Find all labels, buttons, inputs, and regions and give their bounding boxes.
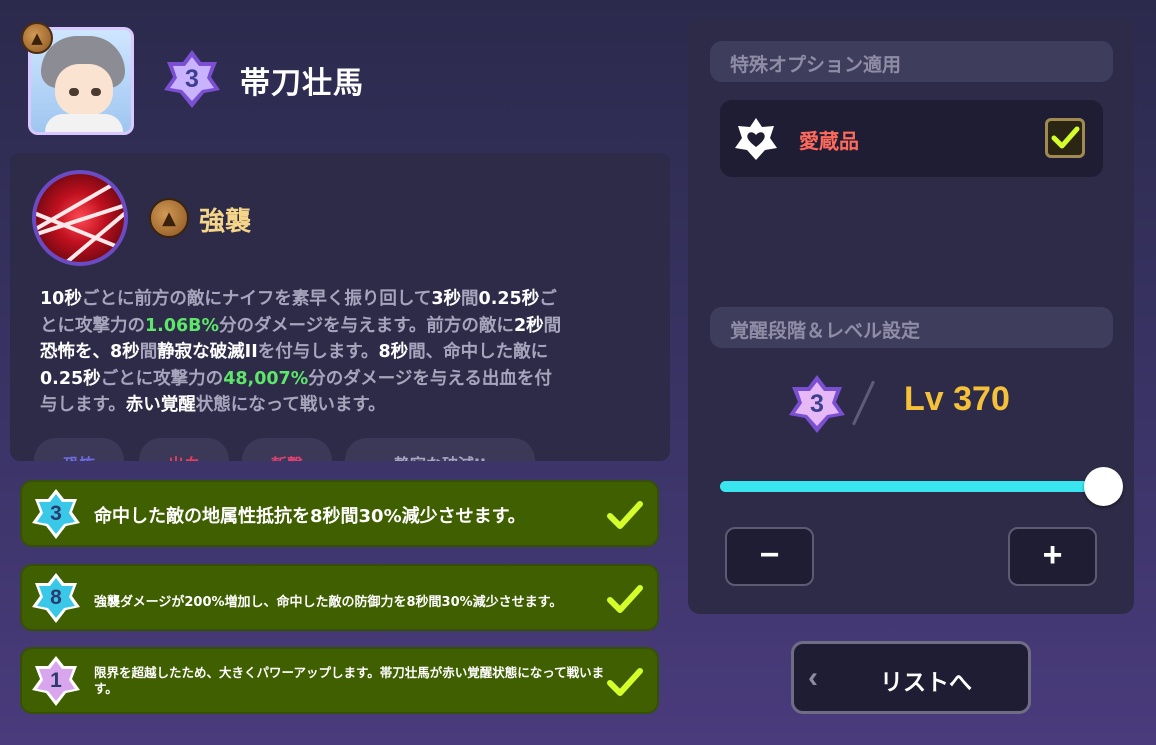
- skill-description-run: 恐怖を、: [40, 342, 110, 362]
- skill-description-run: 間、命中した敵に: [408, 342, 549, 362]
- skill-description-run: 静寂な破滅II: [157, 342, 258, 362]
- skill-description-run: 赤い覚醒: [125, 395, 196, 415]
- skill-description-run: 0.25秒: [478, 289, 540, 309]
- heart-star-icon: [735, 118, 777, 160]
- skill-description-run: ごとに攻撃力の: [100, 368, 224, 389]
- rock-class-icon: ▲: [21, 22, 53, 54]
- skill-description-run: 3秒: [431, 289, 462, 309]
- awakening-effect-row: 8 強襲ダメージが200%増加し、命中した敵の防御力を8秒間30%減少させます。: [20, 564, 659, 631]
- skill-description-run: 間: [461, 289, 479, 309]
- effect-stage-number: 3: [50, 502, 62, 525]
- chevron-left-icon: ‹: [808, 661, 818, 694]
- skill-description-run: 8秒: [110, 342, 140, 362]
- settings-panel: 特殊オプション適用 愛蔵品 覚醒段階＆レベル設定 3 Lv 370 − +: [688, 18, 1134, 614]
- check-icon: [1051, 126, 1080, 149]
- awakening-star-badge: 3: [786, 373, 848, 435]
- skill-description-run: 8秒: [378, 342, 409, 362]
- skill-description-run: ご: [539, 289, 557, 309]
- skill-tag: 恐怖: [34, 438, 124, 461]
- increase-level-button[interactable]: +: [1008, 527, 1097, 586]
- character-name: 帯刀壮馬: [240, 66, 364, 101]
- skill-tag: 静寂な破滅II: [345, 438, 535, 461]
- skill-description-run: 48,007%: [223, 368, 309, 389]
- level-slider-track[interactable]: [720, 481, 1103, 492]
- skill-description-line: 10秒ごとに前方の敵にナイフを素早く振り回して3秒間0.25秒ご: [40, 286, 645, 313]
- skill-description-run: 分のダメージを与えます。前方の敵に: [219, 315, 514, 336]
- skill-description: 10秒ごとに前方の敵にナイフを素早く振り回して3秒間0.25秒ご とに攻撃力の1.…: [40, 286, 645, 419]
- level-display: 3 Lv 370: [786, 373, 1086, 433]
- skill-description-line: 0.25秒ごとに攻撃力の48,007%分のダメージを与える出血を付: [40, 366, 645, 393]
- skill-description-run: 状態になって戦います。: [195, 395, 386, 415]
- skill-description-run: 1.06B%: [145, 315, 220, 336]
- favorite-label: 愛蔵品: [799, 129, 859, 153]
- check-icon: [607, 501, 643, 529]
- effect-stage-badge: 3: [30, 488, 82, 540]
- skill-tag: 出血: [139, 438, 229, 461]
- effect-stage-number: 8: [50, 586, 62, 609]
- effect-text: 強襲ダメージが200%増加し、命中した敵の防御力を8秒間30%減少させます。: [94, 595, 563, 610]
- awakening-stage-number: 3: [185, 64, 199, 93]
- skill-description-run: 2秒: [513, 315, 544, 336]
- skill-description-run: 10秒: [40, 289, 82, 309]
- awakening-level-header: 覚醒段階＆レベル設定: [710, 307, 1113, 348]
- awakening-star-badge: 3: [161, 48, 223, 110]
- rock-class-icon: ▲: [149, 198, 189, 238]
- skill-name: 強襲: [199, 207, 252, 237]
- check-icon: [607, 668, 643, 696]
- effect-stage-number: 1: [50, 669, 62, 692]
- effect-stage-badge: 1: [30, 655, 82, 707]
- special-option-header: 特殊オプション適用: [710, 41, 1113, 82]
- level-slider-thumb[interactable]: [1084, 467, 1123, 506]
- skill-description-run: とに攻撃力の: [40, 315, 145, 336]
- effect-stage-badge: 8: [30, 572, 82, 624]
- favorite-checkbox[interactable]: [1045, 118, 1085, 158]
- favorite-option-row[interactable]: 愛蔵品: [720, 100, 1103, 177]
- back-to-list-label: リストへ: [880, 670, 972, 696]
- effect-text: 命中した敵の地属性抵抗を8秒間30%減少させます。: [94, 506, 526, 527]
- skill-description-line: 与します。赤い覚醒状態になって戦います。: [40, 392, 645, 419]
- skill-description-run: ごとに前方の敵にナイフを素早く振り回して: [81, 289, 432, 309]
- skill-description-run: 0.25秒: [40, 368, 101, 389]
- red-slash-skill-icon: [32, 170, 128, 266]
- skill-description-run: を付与します。: [257, 342, 379, 362]
- skill-tag: 斬撃: [242, 438, 332, 461]
- skill-description-run: 間: [139, 342, 158, 362]
- skill-description-run: 与します。: [40, 395, 126, 415]
- skill-description-run: 間: [543, 315, 562, 336]
- separator-slash: [851, 380, 876, 426]
- awakening-stage-number: 3: [810, 389, 824, 418]
- skill-card: ▲ 強襲 10秒ごとに前方の敵にナイフを素早く振り回して3秒間0.25秒ご とに攻…: [10, 153, 670, 461]
- skill-description-line: とに攻撃力の1.06B%分のダメージを与えます。前方の敵に2秒間: [40, 313, 645, 340]
- effect-text: 限界を超越したため、大きくパワーアップします。帯刀壮馬が赤い覚醒状態になって戦い…: [94, 665, 605, 696]
- check-icon: [607, 585, 643, 613]
- skill-description-line: 恐怖を、8秒間静寂な破滅IIを付与します。8秒間、命中した敵に: [40, 339, 645, 366]
- level-text: Lv 370: [904, 380, 1010, 418]
- back-to-list-button[interactable]: ‹ リストへ: [791, 641, 1031, 714]
- skill-description-run: 分のダメージを与える出血を付: [308, 368, 552, 389]
- awakening-effect-row: 3 命中した敵の地属性抵抗を8秒間30%減少させます。: [20, 480, 659, 547]
- decrease-level-button[interactable]: −: [725, 527, 814, 586]
- awakening-effect-row: 1 限界を超越したため、大きくパワーアップします。帯刀壮馬が赤い覚醒状態になって…: [20, 647, 659, 714]
